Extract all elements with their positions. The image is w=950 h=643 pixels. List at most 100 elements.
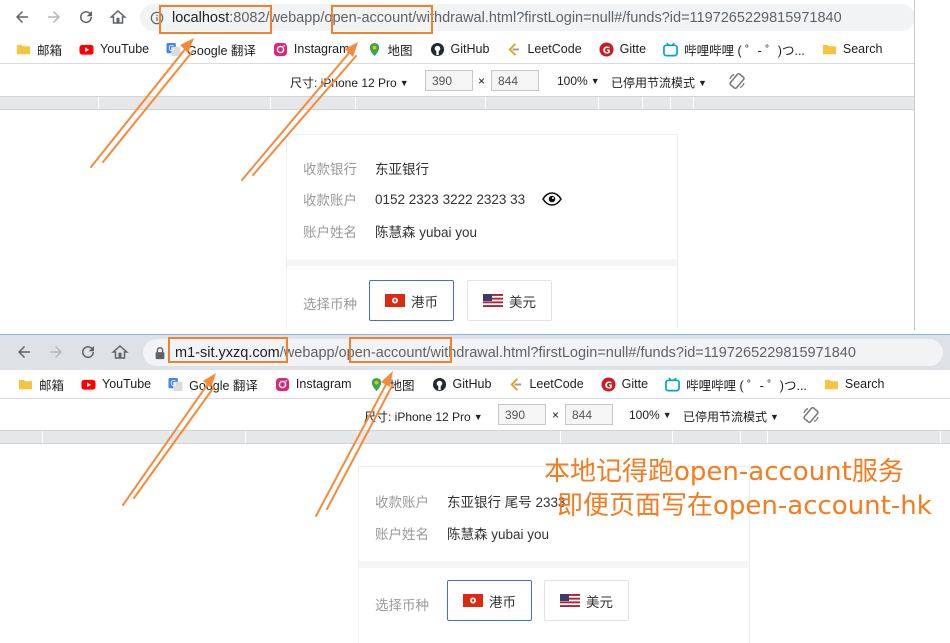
bookmark-mail[interactable]: 邮箱 — [18, 375, 64, 394]
device-ruler — [0, 96, 914, 110]
zoom-label: 100% — [557, 74, 588, 88]
instagram-icon — [275, 377, 290, 392]
info-value: 东亚银行 尾号 2333 — [447, 495, 566, 510]
forward-button[interactable] — [42, 5, 66, 29]
map-pin-icon — [367, 42, 382, 57]
device-select[interactable]: 尺寸: iPhone 12 Pro ▼ — [364, 408, 483, 425]
us-flag-icon — [560, 594, 580, 607]
width-field[interactable]: 390 — [498, 404, 546, 425]
info-value: 东亚银行 — [375, 162, 429, 177]
bookmark-bilibili[interactable]: 哔哩哔哩 ( ゜- ゜)つ... — [665, 375, 807, 394]
bookmark-search[interactable]: Search — [822, 42, 883, 57]
throttle-select[interactable]: 已停用节流模式 ▼ — [611, 74, 707, 91]
back-button[interactable] — [12, 340, 36, 364]
svg-text:G: G — [168, 43, 174, 52]
currency-label: 美元 — [586, 594, 613, 610]
url-module: open-account — [324, 9, 413, 26]
bookmark-youtube[interactable]: YouTube — [79, 42, 149, 57]
rotate-button[interactable] — [728, 72, 746, 90]
zoom-select[interactable]: 100% ▼ — [557, 74, 600, 88]
width-field[interactable]: 390 — [425, 70, 473, 91]
forward-arrow-icon — [50, 346, 62, 358]
reload-icon — [80, 11, 93, 24]
svg-text:G: G — [602, 45, 610, 56]
device-toolbar: 尺寸: iPhone 12 Pro ▼ 390 × 844 100% ▼ 已停用节流… — [0, 399, 950, 429]
currency-hkd-button[interactable]: 港币 — [447, 580, 532, 621]
bookmark-youtube[interactable]: YouTube — [81, 377, 151, 392]
info-row-bank: 收款银行 东亚银行 — [303, 158, 429, 178]
times-sign: × — [478, 74, 486, 88]
google-translate-icon: G — [166, 42, 181, 57]
hk-flag-icon — [463, 594, 483, 607]
bookmark-instagram[interactable]: Instagram — [275, 377, 352, 392]
reload-button[interactable] — [74, 5, 98, 29]
bookmarks-bar: 邮箱 YouTube G Google 翻译 Instagram 地图 GitHu… — [0, 370, 950, 399]
back-button[interactable] — [10, 5, 34, 29]
bookmark-gitee[interactable]: G Gitte — [599, 41, 647, 57]
info-label: 账户姓名 — [375, 527, 429, 542]
bookmark-search[interactable]: Search — [824, 377, 885, 392]
bookmarks-bar: 邮箱 YouTube G Google 翻译 Instagram 地图 GitHu… — [0, 35, 914, 64]
omnibox[interactable]: m1-sit.yxzq.com / webapp / open-account/with… — [143, 339, 943, 366]
currency-label: 选择币种 — [303, 297, 357, 312]
bookmark-label: 哔哩哔哩 ( ゜- ゜)つ... — [686, 378, 807, 393]
throttle-select[interactable]: 已停用节流模式 ▼ — [683, 408, 779, 425]
home-button[interactable] — [106, 5, 130, 29]
bookmark-google-translate[interactable]: G Google 翻译 — [166, 40, 256, 59]
bookmark-github[interactable]: GitHub — [430, 42, 489, 57]
currency-label-row: 选择币种 — [303, 293, 375, 313]
bookmark-label: 邮箱 — [39, 378, 65, 393]
width-value: 390 — [425, 70, 473, 91]
bookmark-label: Gitte — [619, 42, 647, 56]
reload-icon — [82, 346, 95, 359]
bookmark-github[interactable]: GitHub — [432, 377, 491, 392]
forward-arrow-icon — [48, 11, 60, 23]
device-select[interactable]: 尺寸: iPhone 12 Pro ▼ — [290, 74, 409, 91]
map-pin-icon — [369, 377, 384, 392]
info-icon[interactable] — [150, 11, 164, 25]
bookmark-gitee[interactable]: G Gitte — [601, 376, 649, 392]
bookmark-maps[interactable]: 地图 — [369, 375, 415, 394]
info-row-account: 收款账户 0152 2323 3222 2323 33 — [303, 189, 563, 209]
section-divider — [359, 561, 749, 568]
rotate-button[interactable] — [802, 406, 820, 424]
bookmark-mail[interactable]: 邮箱 — [16, 40, 62, 59]
bookmark-leetcode[interactable]: LeetCode — [508, 377, 584, 392]
url-host: m1-sit.yxzq.com — [175, 344, 280, 361]
lock-icon[interactable] — [153, 346, 167, 360]
dimension-separator: × — [478, 74, 485, 88]
info-label: 收款银行 — [303, 162, 357, 177]
info-label: 收款账户 — [303, 193, 357, 208]
folder-icon — [18, 377, 33, 392]
bookmark-bilibili[interactable]: 哔哩哔哩 ( ゜- ゜)つ... — [663, 40, 805, 59]
currency-usd-button[interactable]: 美元 — [544, 580, 629, 621]
eye-icon[interactable] — [542, 192, 563, 206]
url-port: :8082 — [229, 9, 266, 26]
back-arrow-icon — [16, 11, 28, 23]
reload-button[interactable] — [76, 340, 100, 364]
bookmark-leetcode[interactable]: LeetCode — [506, 42, 582, 57]
localhost-screenshot: localhost:8082/webapp / open-account/withd… — [0, 0, 915, 330]
bookmark-google-translate[interactable]: G Google 翻译 — [168, 375, 258, 394]
height-field[interactable]: 844 — [565, 404, 613, 425]
annotation-note-line2: 即便页面写在open-account-hk — [557, 491, 932, 521]
throttle-label: 已停用节流模式 — [611, 76, 696, 90]
bookmark-maps[interactable]: 地图 — [367, 40, 413, 59]
omnibox[interactable]: localhost:8082/webapp / open-account/withd… — [140, 4, 914, 31]
info-row-name: 账户姓名 陈慧森 yubai you — [303, 221, 477, 241]
height-field[interactable]: 844 — [491, 70, 539, 91]
currency-hkd-button[interactable]: 港币 — [369, 280, 454, 321]
back-arrow-icon — [18, 346, 30, 358]
currency-usd-button[interactable]: 美元 — [467, 280, 552, 321]
bookmark-instagram[interactable]: Instagram — [273, 42, 350, 57]
youtube-icon — [81, 377, 96, 392]
youtube-icon — [79, 42, 94, 57]
currency-label-row: 选择币种 — [375, 594, 447, 614]
home-button[interactable] — [108, 340, 132, 364]
bookmark-label: 地图 — [389, 378, 415, 393]
section-divider — [287, 259, 677, 266]
forward-button[interactable] — [44, 340, 68, 364]
zoom-select[interactable]: 100% ▼ — [629, 408, 672, 422]
device-size-label: 尺寸: iPhone 12 Pro — [290, 76, 397, 90]
bookmark-label: Gitte — [621, 377, 649, 391]
